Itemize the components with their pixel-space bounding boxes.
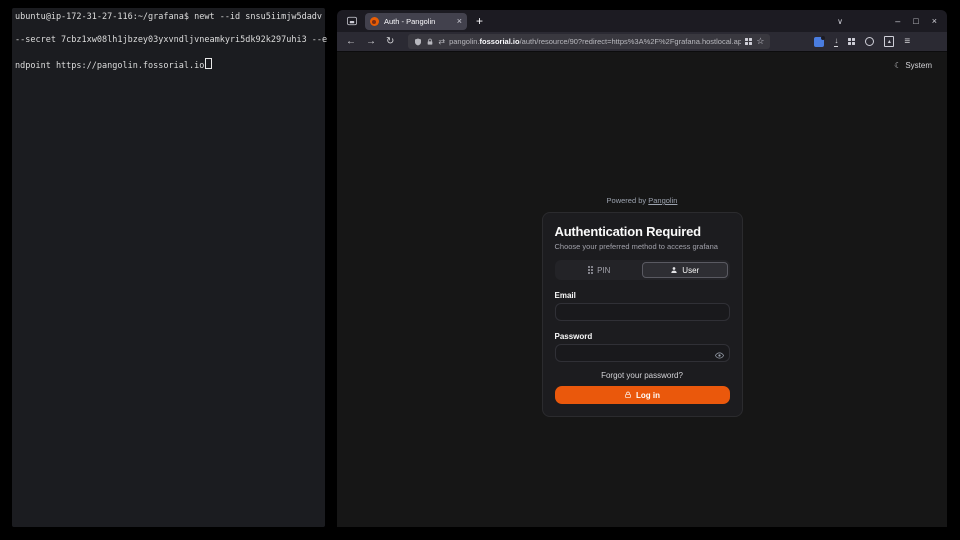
theme-selector[interactable]: ☾ System <box>894 61 932 70</box>
powered-by: Powered by Pangolin <box>607 196 678 205</box>
reload-button[interactable]: ↻ <box>386 37 394 47</box>
terminal-cursor <box>205 58 212 69</box>
shield-icon[interactable] <box>414 38 422 46</box>
user-icon <box>670 266 678 274</box>
back-button[interactable]: ← <box>346 37 356 47</box>
window-controls: – □ × <box>895 10 937 32</box>
page-action-grid-icon[interactable] <box>745 38 752 45</box>
theme-label: System <box>905 61 932 70</box>
tab-user[interactable]: User <box>642 262 728 278</box>
pangolin-favicon <box>370 17 379 26</box>
terminal-line: ubuntu@ip-172-31-27-116:~/grafana$ newt … <box>15 12 322 22</box>
toolbar-extensions: ↓ ▴ ≡ <box>814 36 910 47</box>
auth-card: Authentication Required Choose your pref… <box>542 212 743 417</box>
password-label: Password <box>555 332 730 341</box>
tab-close-icon[interactable]: × <box>457 17 462 26</box>
pin-icon <box>588 266 593 274</box>
theme-moon-icon: ☾ <box>894 61 901 70</box>
terminal-line: ndpoint https://pangolin.fossorial.io <box>15 61 204 71</box>
page-content: ☾ System Powered by Pangolin Authenticat… <box>337 52 947 527</box>
email-label: Email <box>555 291 730 300</box>
forgot-password-link[interactable]: Forgot your password? <box>555 371 730 380</box>
show-password-eye-icon[interactable] <box>715 351 724 360</box>
tab-pin[interactable]: PIN <box>557 262 643 278</box>
tab-title: Auth - Pangolin <box>384 17 457 26</box>
terminal-window[interactable]: ubuntu@ip-172-31-27-116:~/grafana$ newt … <box>12 8 325 527</box>
terminal-line: --secret 7cbz1xw08lh1jbzey03yxvndljvneam… <box>15 35 327 45</box>
round-extension-icon[interactable] <box>865 37 874 46</box>
auth-method-tabs: PIN User <box>555 260 730 280</box>
url-bar[interactable]: ⇄ pangolin.fossorial.io/auth/resource/90… <box>408 34 770 49</box>
password-field[interactable] <box>555 344 730 362</box>
bookmark-star-icon[interactable]: ☆ <box>756 37 764 46</box>
menu-hamburger-icon[interactable]: ≡ <box>904 37 910 47</box>
browser-toolbar: ← → ↻ ⇄ pangolin.fossorial.io/auth/resou… <box>337 32 947 52</box>
pangolin-link[interactable]: Pangolin <box>648 196 677 205</box>
list-all-tabs-icon[interactable]: ∨ <box>837 17 843 26</box>
url-text: pangolin.fossorial.io/auth/resource/90?r… <box>449 37 741 46</box>
login-button[interactable]: Log in <box>555 386 730 404</box>
blue-extension-icon[interactable] <box>814 37 824 47</box>
new-tab-button[interactable]: + <box>476 15 483 27</box>
maximize-button[interactable]: □ <box>913 17 918 26</box>
lock-icon[interactable] <box>426 38 434 46</box>
browser-window: Auth - Pangolin × + ∨ – □ × ← → ↻ ⇄ pang… <box>337 10 947 527</box>
browser-tab-auth-pangolin[interactable]: Auth - Pangolin × <box>365 13 467 30</box>
firefox-view-icon[interactable] <box>346 15 358 27</box>
tab-bar: Auth - Pangolin × + ∨ – □ × <box>337 10 947 32</box>
card-subtitle: Choose your preferred method to access g… <box>555 242 730 251</box>
downloads-icon[interactable]: ↓ <box>834 37 838 47</box>
forward-button[interactable]: → <box>366 37 376 47</box>
email-field[interactable] <box>555 303 730 321</box>
extensions-icon[interactable] <box>848 38 855 45</box>
minimize-button[interactable]: – <box>895 17 900 26</box>
login-lock-icon <box>624 391 632 399</box>
card-title: Authentication Required <box>555 224 730 239</box>
translate-icon[interactable]: ⇄ <box>438 38 445 46</box>
page-extension-icon[interactable]: ▴ <box>884 36 894 47</box>
close-window-button[interactable]: × <box>932 17 937 26</box>
